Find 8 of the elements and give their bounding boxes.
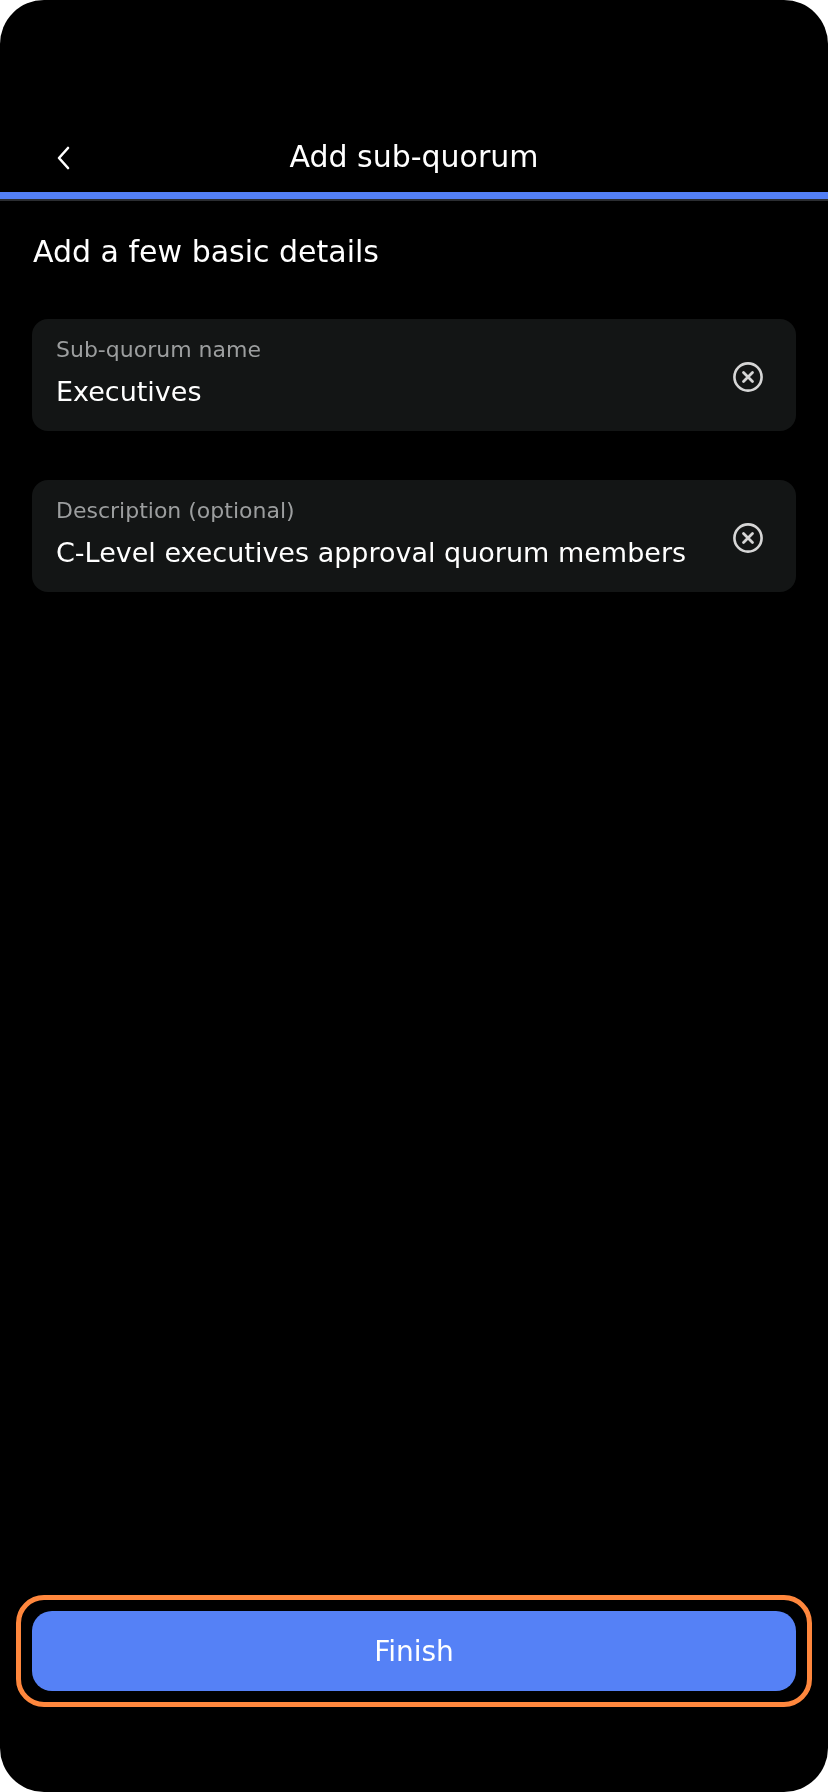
section-heading: Add a few basic details bbox=[33, 234, 380, 270]
clear-icon[interactable] bbox=[733, 361, 763, 392]
clear-icon[interactable] bbox=[733, 522, 763, 553]
screen-title: Add sub-quorum bbox=[289, 139, 539, 175]
finish-button[interactable]: Finish bbox=[32, 1611, 796, 1691]
back-icon[interactable] bbox=[56, 146, 70, 170]
text-field[interactable]: Description (optional) C-Level executives approval quorum members bbox=[32, 480, 796, 592]
text-field[interactable]: Sub-quorum name Executives bbox=[32, 319, 796, 431]
